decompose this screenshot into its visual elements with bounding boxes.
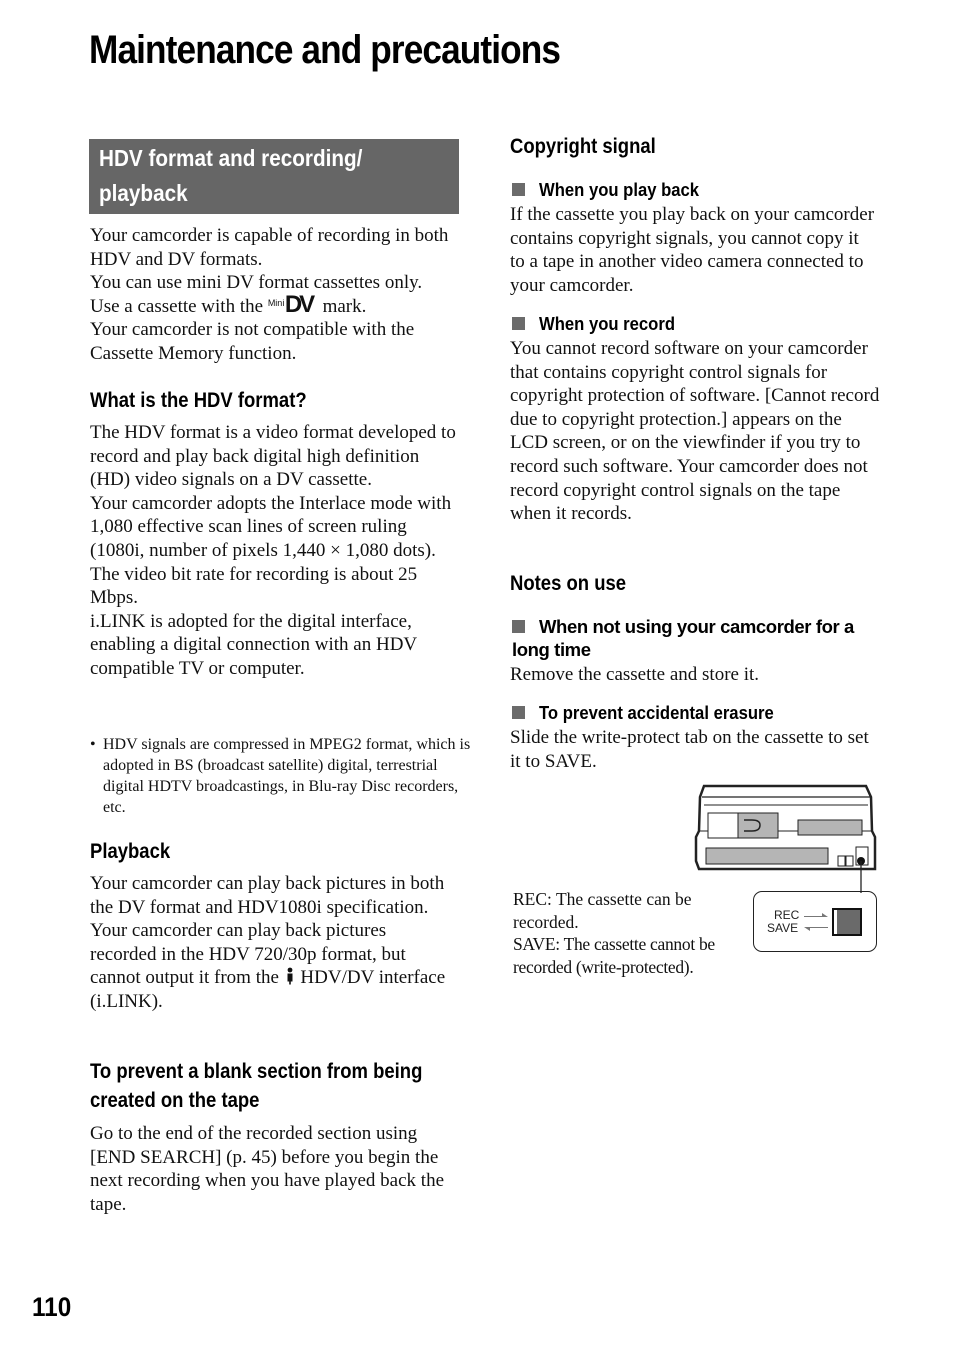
banner-line-1: HDV format and recording/ xyxy=(99,145,363,171)
cassette-icon xyxy=(694,784,877,893)
cassette-illustration xyxy=(694,784,877,893)
caption-save: SAVE: The cassette cannot be recorded (w… xyxy=(513,934,715,977)
write-protect-switch-detail: REC SAVE xyxy=(753,891,877,952)
playback-text: Your camcorder can play back pictures in… xyxy=(90,872,452,1014)
play-back-text: If the cassette you play back on your ca… xyxy=(510,204,875,296)
square-bullet-icon xyxy=(512,706,525,719)
playback-paragraph-1: Your camcorder can play back pictures in… xyxy=(90,873,445,918)
slide-arrows-icon xyxy=(804,913,828,931)
erasure-text: Slide the write-protect tab on the casse… xyxy=(510,727,869,772)
subheading-record: When you record xyxy=(512,312,690,335)
heading-playback: Playback xyxy=(90,840,171,863)
subheading-play-back: When you play back xyxy=(512,178,717,201)
intro-line-1: Your camcorder is capable of recording i… xyxy=(90,225,449,270)
not-using-text: Remove the cassette and store it. xyxy=(510,664,760,685)
heading-hdv-format: What is the HDV format? xyxy=(90,389,307,412)
subheading-not-using: When not using your camcorder for a long… xyxy=(512,616,854,660)
page-number: 110 xyxy=(32,1292,72,1322)
ilink-icon xyxy=(286,967,294,985)
mini-dv-logo-icon: Mini DV xyxy=(267,290,315,318)
hdv-paragraph-1: The HDV format is a video format develop… xyxy=(90,422,456,491)
hdv-paragraph-2: Your camcorder adopts the Interlace mode… xyxy=(90,492,452,561)
subheading-erasure: To prevent accidental erasure xyxy=(512,701,800,724)
square-bullet-icon xyxy=(512,183,525,196)
switch-rec-label: REC xyxy=(774,908,800,922)
intro-line-4: Your camcorder is not compatible with th… xyxy=(90,319,415,364)
hdv-paragraph-3: The video bit rate for recording is abou… xyxy=(90,563,418,609)
square-bullet-icon xyxy=(512,620,525,633)
intro-text: Your camcorder is capable of recording i… xyxy=(90,224,462,366)
intro-line-3: Use a cassette with the Mini DV mark. xyxy=(90,290,367,318)
caption-rec: REC: The cassette can be recorded. xyxy=(513,889,692,932)
playback-paragraph-2: Your camcorder can play back pictures re… xyxy=(90,920,446,1012)
hdv-format-text: The HDV format is a video format develop… xyxy=(90,421,458,681)
switch-save-label: SAVE xyxy=(767,921,799,935)
heading-blank-section: To prevent a blank section from being cr… xyxy=(90,1060,423,1112)
bullet-icon: • xyxy=(90,736,96,753)
write-protect-tab-icon xyxy=(832,908,862,936)
hdv-note: • HDV signals are compressed in MPEG2 fo… xyxy=(90,734,471,818)
square-bullet-icon xyxy=(512,317,525,330)
page-title: Maintenance and precautions xyxy=(89,28,561,72)
figure-caption: REC: The cassette can be recorded. SAVE:… xyxy=(513,888,753,978)
heading-notes-on-use: Notes on use xyxy=(510,572,627,595)
banner-line-2: playback xyxy=(99,180,188,206)
hdv-paragraph-4: i.LINK is adopted for the digital interf… xyxy=(90,610,417,679)
record-text: You cannot record software on your camco… xyxy=(510,338,880,525)
hdv-note-text: HDV signals are compressed in MPEG2 form… xyxy=(103,736,471,816)
blank-section-text: Go to the end of the recorded section us… xyxy=(90,1123,445,1215)
heading-copyright-signal: Copyright signal xyxy=(510,135,656,158)
section-banner: HDV format and recording/ playback xyxy=(89,139,459,214)
